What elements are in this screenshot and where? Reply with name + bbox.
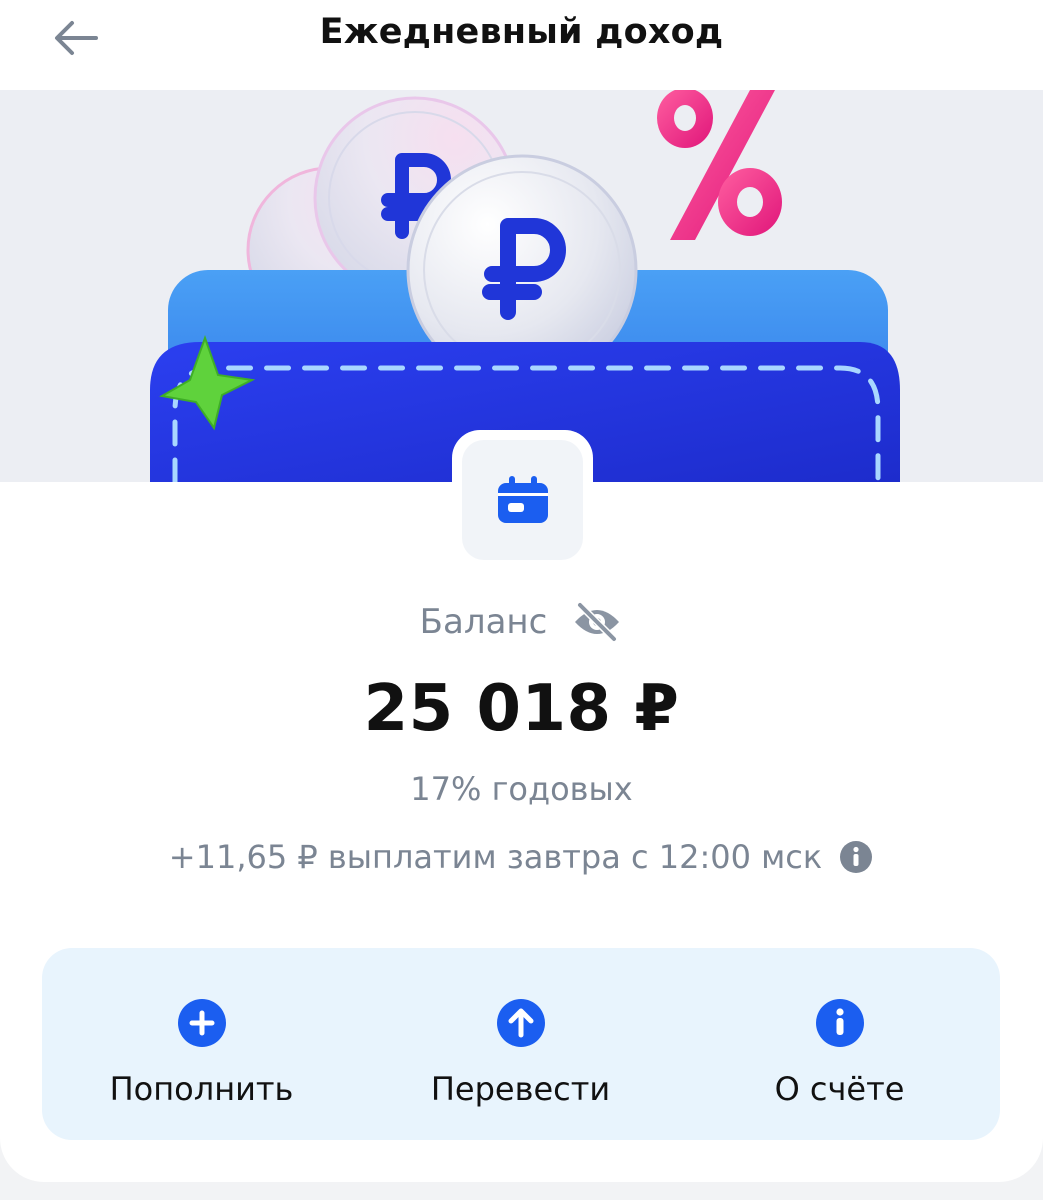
info-icon [840,841,873,873]
plus-circle-icon [177,999,226,1047]
page-title: Ежедневный доход [319,12,724,52]
top-up-button[interactable]: Пополнить [42,948,361,1140]
account-icon-tile [452,430,593,570]
eye-off-icon [575,602,620,642]
info-circle-icon [815,999,864,1047]
calendar-icon [497,476,548,523]
arrow-up-circle-icon [496,999,545,1047]
payout-info-button[interactable] [838,839,874,875]
wallet-with-ruble-coins-illustration [150,90,900,482]
hide-balance-button[interactable] [571,600,623,644]
balance-header: Баланс [0,600,1043,644]
hero-illustration [0,90,1043,482]
top-up-label: Пополнить [109,1070,294,1108]
balance-label: Баланс [419,602,548,642]
about-account-button[interactable]: О счёте [680,948,999,1140]
actions-panel: Пополнить Перевести О счёте [42,948,1000,1140]
transfer-label: Перевести [430,1070,611,1108]
top-bar: Ежедневный доход [0,0,1043,90]
interest-rate: 17% годовых [410,770,633,808]
about-account-label: О счёте [774,1070,905,1108]
payout-info: +11,65 ₽ выплатим завтра с 12:00 мск [0,838,1043,876]
balance-amount: 25 018 ₽ [363,672,680,746]
payout-note: +11,65 ₽ выплатим завтра с 12:00 мск [168,838,823,876]
transfer-button[interactable]: Перевести [361,948,680,1140]
